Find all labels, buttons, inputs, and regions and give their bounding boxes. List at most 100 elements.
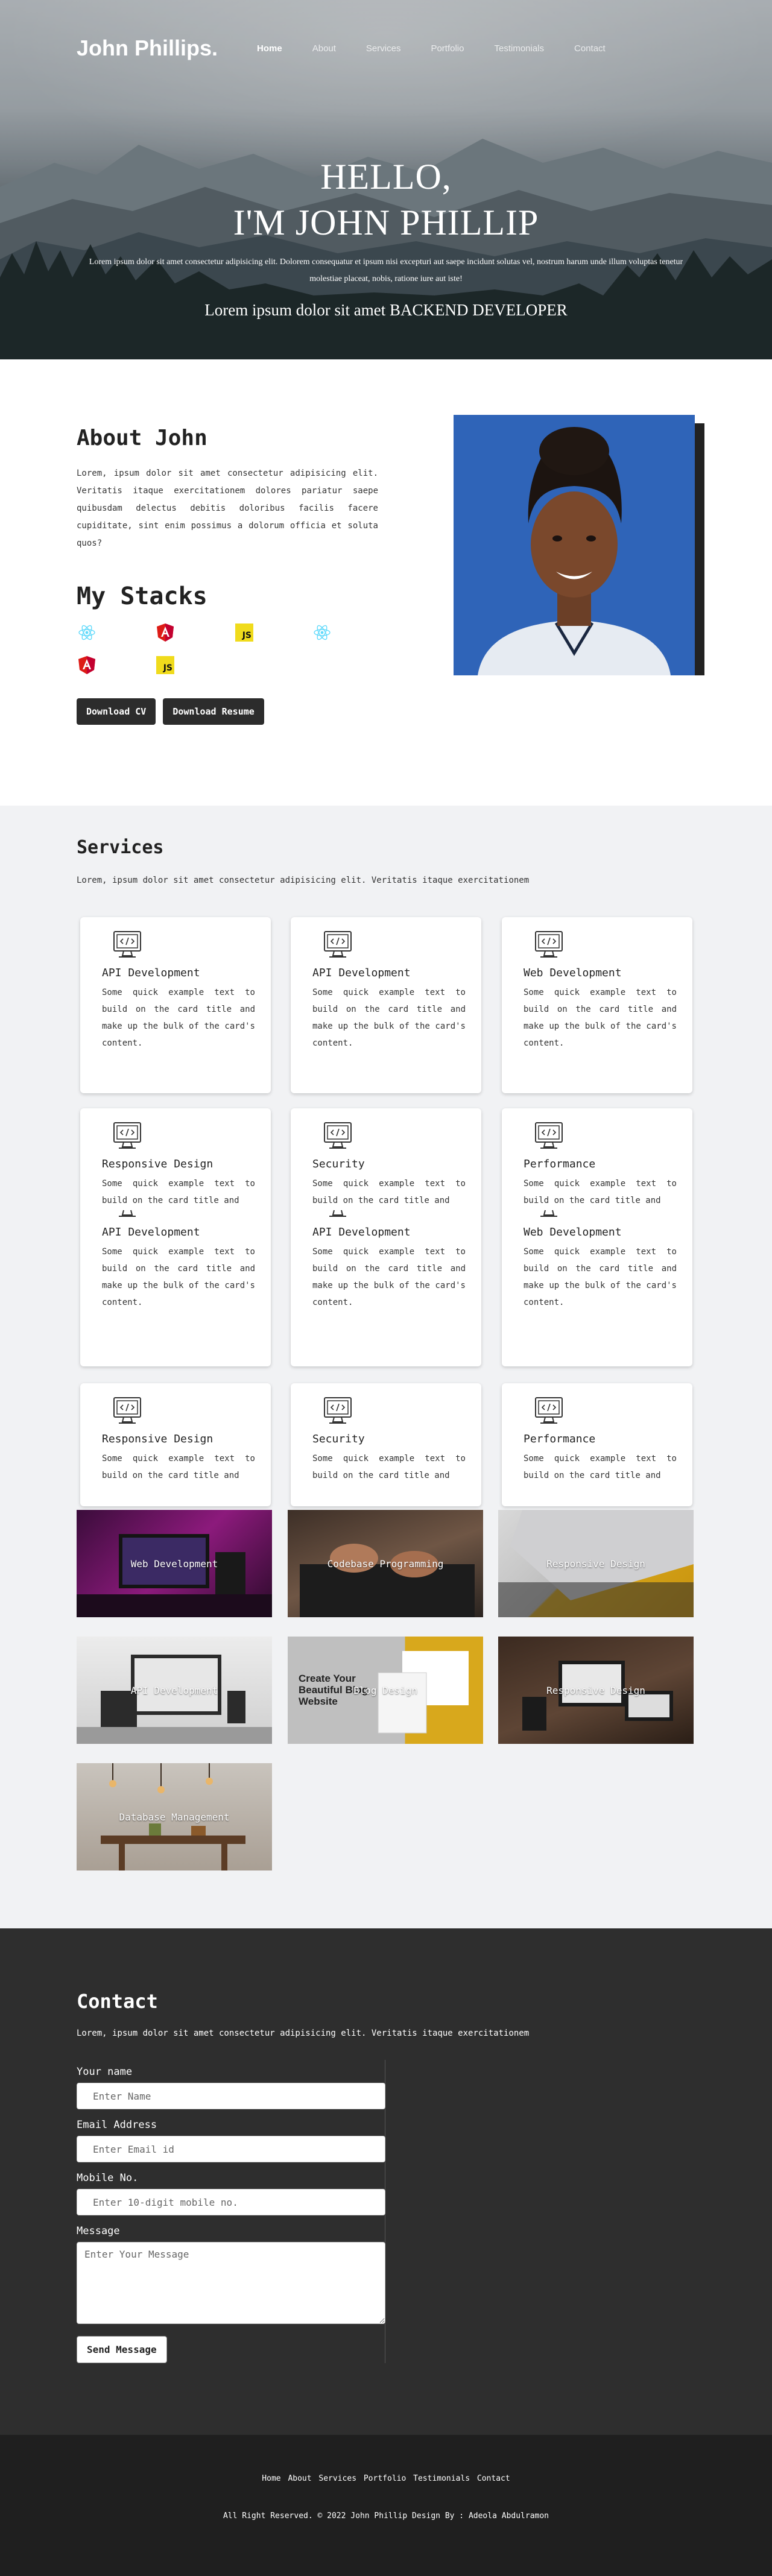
service-card-title: API Development	[102, 1226, 200, 1239]
service-card-text: Some quick example text to build on the …	[102, 988, 255, 1048]
footer: Home About Services Portfolio Testimonia…	[0, 2435, 772, 2576]
nav-link-about[interactable]: About	[297, 43, 351, 54]
angular-icon	[77, 655, 97, 675]
code-monitor-icon-partial	[119, 1210, 136, 1217]
email-input[interactable]	[77, 2136, 385, 2162]
service-card-title: Performance	[524, 1158, 596, 1170]
code-monitor-icon	[535, 931, 563, 958]
code-monitor-icon	[113, 1397, 141, 1424]
footer-links: Home About Services Portfolio Testimonia…	[0, 2474, 772, 2483]
portfolio-item-web-development[interactable]: Web Development	[77, 1510, 272, 1617]
portfolio-item-codebase-programming[interactable]: Codebase Programming	[288, 1510, 483, 1617]
portfolio-label: API Development	[130, 1684, 218, 1696]
service-card: Performance Some quick example text to b…	[502, 1383, 692, 1506]
contact-title: Contact	[77, 1990, 158, 2013]
service-card: API Development Some quick example text …	[291, 917, 481, 1093]
nav-link-testimonials[interactable]: Testimonials	[479, 43, 559, 54]
hero-heading: HELLO, I'M JOHN PHILLIP	[0, 154, 772, 245]
brand-logo[interactable]: John Phillips.	[77, 36, 218, 61]
about-buttons: Download CV Download Resume	[77, 698, 264, 725]
service-card-text: Some quick example text to build on the …	[312, 1454, 466, 1480]
service-card-title: Responsive Design	[102, 1433, 214, 1445]
service-card-title: Security	[312, 1158, 365, 1170]
services-title: Services	[77, 837, 164, 858]
service-card-text: Some quick example text to build on the …	[312, 988, 466, 1048]
react-icon	[312, 622, 332, 643]
email-label: Email Address	[77, 2119, 157, 2131]
service-card: API Development Some quick example text …	[80, 917, 271, 1093]
hero-heading-line1: HELLO,	[320, 157, 452, 197]
mobile-label: Mobile No.	[77, 2172, 139, 2184]
javascript-icon: JS	[155, 655, 176, 675]
hero-subtext: Lorem ipsum dolor sit amet consectetur a…	[89, 257, 683, 283]
profile-photo	[454, 415, 695, 675]
service-card: Web Development Some quick example text …	[502, 917, 692, 1093]
code-monitor-icon	[324, 1122, 352, 1149]
hero-section: John Phillips. Home About Services Portf…	[0, 0, 772, 359]
service-card: Responsive Design Some quick example tex…	[80, 1383, 271, 1506]
copyright-text: All Right Reserved. © 2022 John Phillip …	[223, 2511, 549, 2521]
send-message-button[interactable]: Send Message	[77, 2336, 167, 2363]
service-card-title: API Development	[102, 967, 200, 979]
nav-links: Home About Services Portfolio Testimonia…	[242, 43, 621, 54]
nav-link-home[interactable]: Home	[242, 43, 297, 54]
about-title: About John	[77, 426, 207, 450]
about-section: About John Lorem, ipsum dolor sit amet c…	[0, 359, 772, 806]
code-monitor-icon	[535, 1397, 563, 1424]
service-card-title: Web Development	[524, 1226, 622, 1239]
code-monitor-icon-partial	[329, 1210, 346, 1217]
main-navbar: John Phillips. Home About Services Portf…	[77, 30, 695, 66]
portfolio-label: Database Management	[119, 1811, 230, 1823]
stacks-title: My Stacks	[77, 582, 207, 610]
contact-section: Contact Lorem, ipsum dolor sit amet cons…	[0, 1928, 772, 2435]
portfolio-label: Blog Design	[353, 1684, 417, 1696]
mobile-input[interactable]	[77, 2189, 385, 2215]
portfolio-label: Responsive Design	[546, 1684, 645, 1696]
hero-heading-line2: I'M JOHN PHILLIP	[233, 203, 539, 242]
nav-link-services[interactable]: Services	[351, 43, 416, 54]
name-label: Your name	[77, 2066, 133, 2078]
services-section: Services Lorem, ipsum dolor sit amet con…	[0, 806, 772, 1928]
service-card-title: Performance	[524, 1433, 596, 1445]
portfolio-item-database-management[interactable]: Database Management	[77, 1763, 272, 1870]
service-card: Performance Some quick example text to b…	[502, 1108, 692, 1366]
service-card-title: Responsive Design	[102, 1158, 214, 1170]
portfolio-item-blog-design[interactable]: Create Your Beautiful Blog Website Blog …	[288, 1637, 483, 1744]
service-card-title: Web Development	[524, 967, 622, 979]
footer-link-services[interactable]: Services	[318, 2474, 356, 2483]
profile-photo-frame	[454, 415, 704, 675]
footer-link-home[interactable]: Home	[262, 2474, 280, 2483]
react-icon	[77, 622, 97, 643]
footer-link-contact[interactable]: Contact	[477, 2474, 510, 2483]
portfolio-label: Codebase Programming	[327, 1558, 444, 1570]
service-card-title: API Development	[312, 1226, 411, 1239]
message-textarea[interactable]	[77, 2242, 385, 2324]
service-card: Security Some quick example text to buil…	[291, 1108, 481, 1366]
service-card-text: Some quick example text to build on the …	[524, 1247, 677, 1307]
portfolio-item-responsive-design-2[interactable]: Responsive Design	[498, 1637, 694, 1744]
code-monitor-icon	[535, 1122, 563, 1149]
hero-role: Lorem ipsum dolor sit amet BACKEND DEVEL…	[204, 301, 568, 319]
service-card: Security Some quick example text to buil…	[291, 1383, 481, 1506]
code-monitor-icon-partial	[540, 1210, 557, 1217]
download-cv-button[interactable]: Download CV	[77, 698, 156, 725]
services-description: Lorem, ipsum dolor sit amet consectetur …	[77, 876, 530, 885]
nav-link-portfolio[interactable]: Portfolio	[416, 43, 479, 54]
portfolio-item-responsive-design[interactable]: Responsive Design	[498, 1510, 694, 1617]
footer-link-portfolio[interactable]: Portfolio	[364, 2474, 406, 2483]
footer-link-testimonials[interactable]: Testimonials	[413, 2474, 470, 2483]
footer-link-about[interactable]: About	[288, 2474, 311, 2483]
service-card-text: Some quick example text to build on the …	[102, 1179, 255, 1205]
name-input[interactable]	[77, 2083, 385, 2109]
service-card-title: Security	[312, 1433, 365, 1445]
service-card-text: Some quick example text to build on the …	[102, 1247, 255, 1307]
service-card-text: Some quick example text to build on the …	[312, 1179, 466, 1205]
service-card-text: Some quick example text to build on the …	[524, 1454, 677, 1480]
nav-link-contact[interactable]: Contact	[559, 43, 621, 54]
portfolio-label: Web Development	[130, 1558, 218, 1570]
service-card-text: Some quick example text to build on the …	[102, 1454, 255, 1480]
portfolio-item-api-development[interactable]: API Development	[77, 1637, 272, 1744]
service-card-text: Some quick example text to build on the …	[524, 988, 677, 1048]
service-card-text: Some quick example text to build on the …	[524, 1179, 677, 1205]
download-resume-button[interactable]: Download Resume	[163, 698, 264, 725]
